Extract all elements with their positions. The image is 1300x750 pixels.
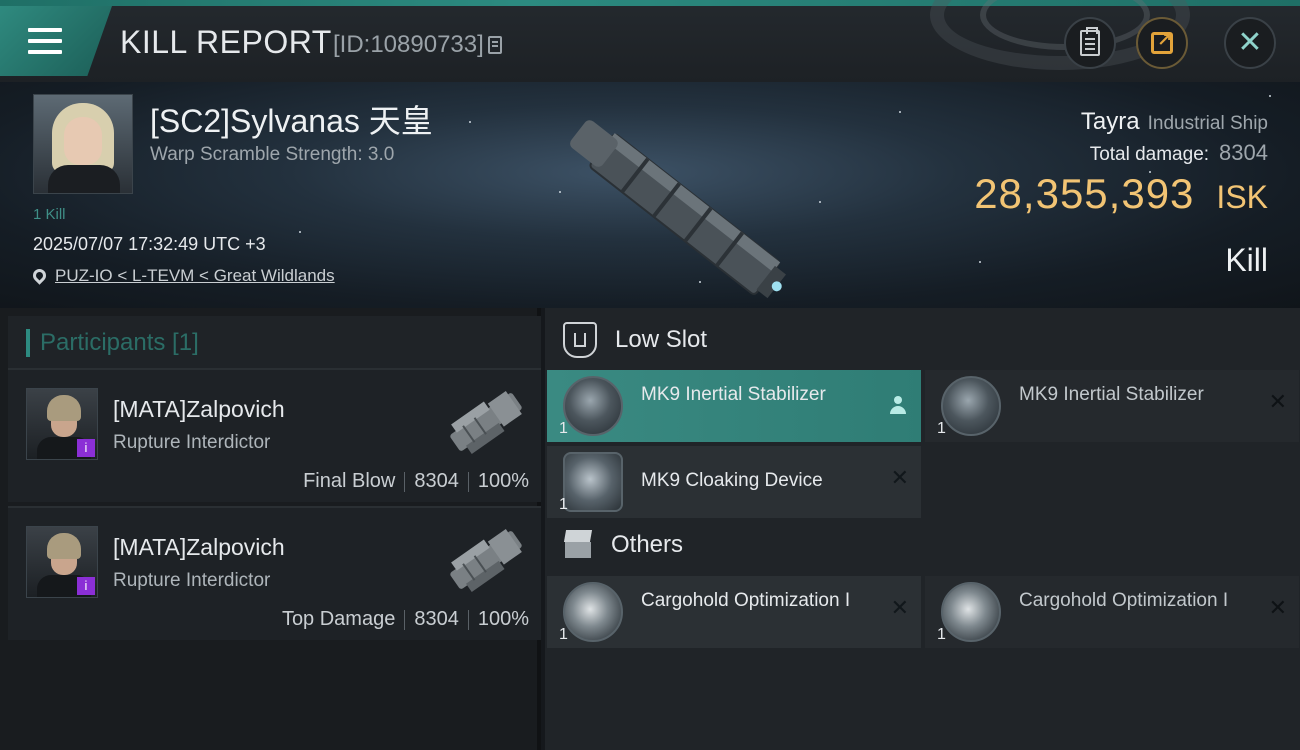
destroyed-x-icon: ✕	[1268, 596, 1287, 621]
low-slot-icon	[563, 322, 597, 358]
stat-divider	[404, 609, 406, 630]
participants-panel: Participants [1] i [MATA]Zalpovich Ruptu…	[0, 308, 541, 750]
isk-value: 28,355,393 ISK	[974, 170, 1268, 218]
location-pin-icon	[30, 265, 49, 285]
kill-count: 1 Kill	[33, 206, 66, 223]
close-button[interactable]: ✕	[1224, 17, 1276, 69]
inertial-stabilizer-icon	[941, 376, 1001, 436]
stat-divider	[467, 471, 469, 492]
participant-role: Final Blow	[303, 470, 396, 492]
participant-name: [MATA]Zalpovich	[113, 534, 285, 560]
participant-ship: Rupture Interdictor	[113, 432, 271, 453]
victim-ship-name: Tayra	[1080, 108, 1140, 135]
menu-button[interactable]	[0, 6, 112, 76]
participants-title: Participants [1]	[40, 329, 199, 356]
kill-datetime: 2025/07/07 17:32:49 UTC +3	[33, 234, 266, 254]
destroyed-x-icon: ✕	[890, 466, 909, 491]
destroyed-x-icon: ✕	[1268, 390, 1287, 415]
participant-avatar[interactable]: i	[26, 388, 98, 460]
victim-ship-info[interactable]: Tayra Industrial Ship	[1081, 108, 1268, 136]
total-damage-label: Total damage:	[1089, 144, 1210, 165]
module-name: MK9 Inertial Stabilizer	[1019, 384, 1204, 405]
module-card[interactable]: 1 MK9 Inertial Stabilizer	[547, 370, 921, 442]
clipboard-icon	[1080, 27, 1100, 56]
kill-type-label: Kill	[1225, 242, 1268, 278]
module-card[interactable]: 1 MK9 Cloaking Device ✕	[547, 446, 921, 518]
others-header: Others	[563, 530, 683, 560]
module-quantity: 1	[937, 420, 946, 437]
participant-ship-image	[450, 391, 522, 454]
victim-ship-class: Industrial Ship	[1147, 113, 1268, 134]
victim-name[interactable]: [SC2]Sylvanas 天皇	[150, 96, 433, 142]
participant-ship: Rupture Interdictor	[113, 570, 271, 591]
stat-divider	[467, 609, 469, 630]
destroyed-x-icon: ✕	[890, 596, 909, 621]
info-badge-icon: i	[77, 439, 95, 457]
module-name: MK9 Inertial Stabilizer	[641, 384, 826, 405]
victim-avatar[interactable]	[33, 94, 133, 194]
module-name: MK9 Cloaking Device	[641, 470, 823, 491]
page-title: KILL REPORT	[120, 24, 332, 60]
total-damage: Total damage: 8304	[1090, 140, 1268, 166]
participant-percent: 100%	[477, 470, 529, 492]
participant-row[interactable]: i [MATA]Zalpovich Rupture Interdictor To…	[8, 506, 541, 640]
share-button[interactable]	[1136, 17, 1188, 69]
low-slot-title: Low Slot	[615, 326, 708, 353]
hamburger-icon	[28, 28, 62, 54]
header-bar: KILL REPORT [ID:10890733] ✕	[0, 0, 1300, 82]
isk-amount: 28,355,393	[974, 170, 1195, 217]
section-accent-bar	[26, 329, 30, 357]
victim-ship-image	[570, 120, 786, 299]
module-quantity: 1	[937, 626, 946, 643]
participant-stats: Final Blow 8304 100%	[303, 470, 529, 493]
total-damage-value: 8304	[1219, 140, 1268, 165]
participant-damage: 8304	[414, 608, 459, 630]
copy-icon[interactable]	[487, 36, 502, 54]
stat-divider	[404, 471, 406, 492]
participant-ship-image	[450, 529, 522, 592]
info-badge-icon: i	[77, 577, 95, 595]
participant-name: [MATA]Zalpovich	[113, 396, 285, 422]
participant-stats: Top Damage 8304 100%	[282, 608, 529, 631]
participant-percent: 100%	[477, 608, 529, 630]
module-quantity: 1	[559, 626, 568, 643]
module-name: Cargohold Optimization I	[1019, 590, 1229, 611]
box-icon	[563, 530, 593, 560]
cargohold-optimization-icon	[563, 582, 623, 642]
module-name: Cargohold Optimization I	[641, 590, 851, 611]
report-id[interactable]: [ID:10890733]	[333, 31, 502, 59]
inertial-stabilizer-icon	[563, 376, 623, 436]
module-card[interactable]: 1 Cargohold Optimization I ✕	[547, 576, 921, 648]
close-icon: ✕	[1237, 25, 1263, 60]
location-link[interactable]: PUZ-IO < L-TEVM < Great Wildlands	[30, 265, 335, 286]
isk-unit: ISK	[1216, 179, 1268, 215]
cloaking-device-icon	[563, 452, 623, 512]
participant-row[interactable]: i [MATA]Zalpovich Rupture Interdictor Fi…	[8, 368, 541, 502]
module-quantity: 1	[559, 420, 568, 437]
module-quantity: 1	[559, 496, 568, 513]
location-text: PUZ-IO < L-TEVM < Great Wildlands	[55, 266, 335, 285]
clipboard-button[interactable]	[1064, 17, 1116, 69]
warp-scramble-strength: Warp Scramble Strength: 3.0	[150, 144, 395, 165]
others-title: Others	[611, 531, 684, 558]
cargohold-optimization-icon	[941, 582, 1001, 642]
low-slot-header: Low Slot	[563, 322, 707, 358]
share-icon	[1151, 30, 1173, 54]
fitting-panel: Low Slot 1 MK9 Inertial Stabilizer 1 MK9…	[545, 308, 1300, 750]
victim-banner: [SC2]Sylvanas 天皇 Warp Scramble Strength:…	[0, 82, 1300, 308]
participants-header: Participants [1]	[8, 316, 541, 370]
report-id-text: [ID:10890733]	[333, 31, 484, 58]
module-card[interactable]: 1 Cargohold Optimization I ✕	[925, 576, 1299, 648]
participant-role: Top Damage	[281, 608, 396, 630]
participant-damage: 8304	[414, 470, 459, 492]
module-card[interactable]: 1 MK9 Inertial Stabilizer ✕	[925, 370, 1299, 442]
dropped-person-icon	[889, 396, 907, 416]
participant-avatar[interactable]: i	[26, 526, 98, 598]
